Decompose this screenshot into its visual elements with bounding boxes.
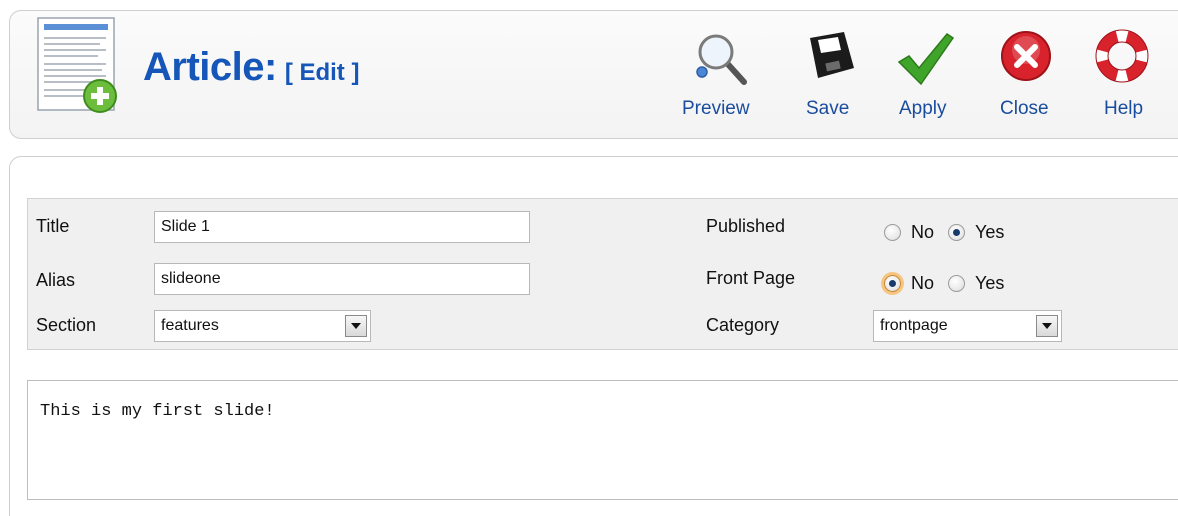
apply-button[interactable]: Apply: [895, 28, 955, 128]
section-label: Section: [36, 315, 97, 335]
article-add-icon: [28, 16, 122, 126]
checkmark-icon: [895, 28, 955, 88]
title-input[interactable]: Slide 1: [154, 211, 530, 243]
magnifier-icon: [690, 28, 750, 88]
editor-content: This is my first slide!: [40, 402, 275, 421]
page-title: Article: [ Edit ]: [143, 45, 359, 90]
published-yes-radio[interactable]: [948, 224, 966, 241]
section-select[interactable]: features: [154, 310, 371, 342]
page-title-text: Article:: [143, 45, 277, 89]
lifebuoy-icon: [1092, 28, 1152, 88]
alias-input[interactable]: slideone: [154, 263, 530, 295]
page-subtitle: [ Edit ]: [284, 59, 360, 86]
front-page-no-label: No: [911, 273, 935, 293]
chevron-down-icon[interactable]: [345, 315, 367, 337]
category-select-value: frontpage: [880, 317, 948, 334]
front-page-no-radio[interactable]: [884, 275, 901, 292]
front-page-yes-radio[interactable]: [948, 275, 966, 292]
published-no-radio[interactable]: [884, 224, 901, 241]
close-button[interactable]: Close: [996, 28, 1056, 128]
front-page-radio-group: No Yes: [884, 273, 1018, 294]
close-label: Close: [1000, 98, 1049, 119]
published-radio-group: No Yes: [884, 222, 1018, 243]
preview-label: Preview: [682, 98, 750, 119]
save-label: Save: [806, 98, 850, 119]
close-x-icon: [996, 28, 1056, 88]
published-no-label: No: [911, 222, 935, 242]
apply-label: Apply: [899, 98, 947, 119]
published-yes-label: Yes: [975, 222, 1005, 242]
alias-label: Alias: [36, 270, 76, 290]
help-button[interactable]: Help: [1092, 28, 1152, 128]
article-text-editor[interactable]: [27, 380, 1178, 500]
title-label: Title: [36, 216, 70, 236]
front-page-yes-label: Yes: [975, 273, 1005, 293]
chevron-down-icon[interactable]: [1036, 315, 1058, 337]
preview-button[interactable]: Preview: [682, 28, 750, 128]
section-select-value: features: [161, 317, 219, 334]
category-label: Category: [706, 315, 780, 335]
help-label: Help: [1104, 98, 1144, 119]
category-select[interactable]: frontpage: [873, 310, 1062, 342]
save-button[interactable]: Save: [800, 28, 860, 128]
floppy-disk-icon: [800, 28, 860, 88]
front-page-label: Front Page: [706, 268, 796, 288]
published-label: Published: [706, 216, 786, 236]
